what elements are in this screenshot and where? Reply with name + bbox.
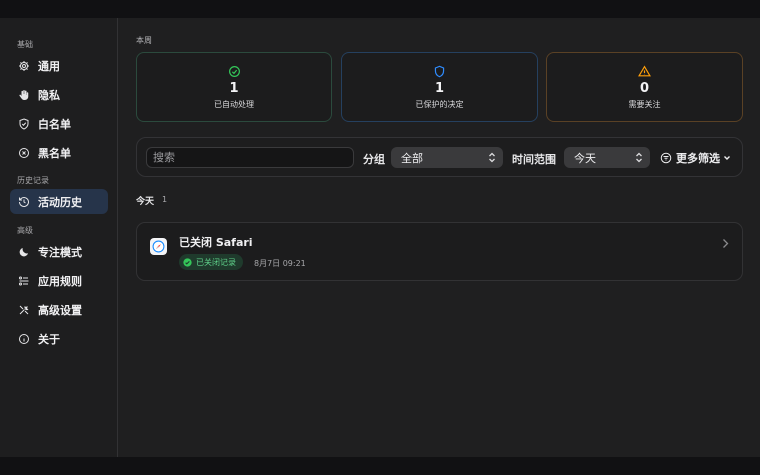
sidebar-item-allowlist[interactable]: 白名单 — [10, 111, 108, 136]
stat-value: 0 — [639, 81, 650, 96]
list-rules-icon — [18, 275, 30, 287]
safari-icon — [150, 238, 167, 255]
time-range-select[interactable]: 今天 — [564, 147, 650, 168]
chevron-down-icon — [724, 156, 730, 160]
gear-icon — [18, 60, 30, 72]
sidebar-section-history: 历史记录 — [17, 176, 49, 185]
main-content: 本周 1 已自动处理 1 已保护的决定 0 需要关注 分组 全部 时间范围 — [119, 18, 760, 457]
stat-card-auto-handled[interactable]: 1 已自动处理 — [136, 52, 332, 122]
stat-label: 已保护的决定 — [415, 100, 464, 109]
warning-icon — [638, 65, 651, 77]
stat-label: 已自动处理 — [214, 100, 254, 109]
sidebar-section-advanced: 高级 — [17, 226, 33, 235]
week-section-label: 本周 — [136, 36, 152, 45]
sidebar-section-basic: 基础 — [17, 40, 33, 49]
day-group-label: 今天 — [136, 197, 155, 207]
sidebar-item-general[interactable]: 通用 — [10, 53, 108, 78]
sidebar-item-activity-history[interactable]: 活动历史 — [10, 189, 108, 214]
time-range-select-value: 今天 — [574, 151, 596, 165]
sidebar-item-label: 隐私 — [38, 88, 60, 102]
hand-icon — [18, 89, 30, 101]
sidebar-item-label: 活动历史 — [38, 195, 82, 209]
sidebar-item-label: 高级设置 — [38, 303, 82, 317]
moon-icon — [18, 246, 30, 258]
stat-label: 需要关注 — [628, 100, 661, 109]
stat-value: 1 — [229, 81, 239, 96]
sidebar-item-label: 黑名单 — [38, 146, 71, 160]
record-title: 已关闭 Safari — [179, 236, 253, 249]
shield-icon — [434, 65, 445, 78]
more-filters-button[interactable]: 更多筛选 — [660, 150, 731, 166]
sidebar-item-label: 白名单 — [38, 117, 71, 131]
stat-card-needs-attention[interactable]: 0 需要关注 — [546, 52, 743, 122]
x-circle-icon — [18, 147, 30, 159]
sidebar-item-blocklist[interactable]: 黑名单 — [10, 140, 108, 165]
group-label: 分组 — [363, 153, 385, 166]
check-circle-icon — [228, 66, 240, 77]
more-filters-label: 更多筛选 — [676, 152, 720, 165]
search-input[interactable] — [146, 147, 354, 168]
list-item[interactable]: 已关闭 Safari 已关闭记录 8月7日 09:21 — [136, 222, 743, 281]
record-timestamp: 8月7日 09:21 — [254, 259, 306, 268]
sidebar: 基础 通用 隐私 白名单 黑名单 历史记录 活动历史 高级 专注模式 应用规则 … — [0, 18, 118, 457]
sidebar-item-label: 关于 — [38, 332, 60, 346]
chevron-updown-icon — [489, 152, 495, 163]
shield-check-icon — [18, 117, 30, 130]
app-window: 基础 通用 隐私 白名单 黑名单 历史记录 活动历史 高级 专注模式 应用规则 … — [0, 18, 760, 457]
check-circle-icon — [183, 257, 192, 267]
chevron-updown-icon — [636, 152, 642, 163]
tools-icon — [18, 304, 30, 316]
group-select-value: 全部 — [401, 151, 423, 165]
sidebar-item-focus-mode[interactable]: 专注模式 — [10, 239, 108, 264]
sidebar-item-label: 通用 — [38, 59, 60, 73]
stat-value: 1 — [434, 81, 445, 96]
filter-bar: 分组 全部 时间范围 今天 更多筛选 — [136, 137, 743, 177]
sidebar-item-advanced-settings[interactable]: 高级设置 — [10, 297, 108, 322]
sidebar-item-label: 应用规则 — [38, 274, 82, 288]
sidebar-item-app-rules[interactable]: 应用规则 — [10, 268, 108, 293]
time-range-label: 时间范围 — [512, 153, 556, 166]
history-icon — [18, 196, 30, 208]
filter-icon — [660, 152, 672, 164]
status-badge-label: 已关闭记录 — [196, 257, 236, 267]
sidebar-item-label: 专注模式 — [38, 245, 82, 259]
chevron-right-icon — [723, 239, 729, 248]
sidebar-item-about[interactable]: 关于 — [10, 326, 108, 351]
stat-card-protected-decisions[interactable]: 1 已保护的决定 — [341, 52, 538, 122]
info-icon — [18, 333, 30, 345]
sidebar-item-privacy[interactable]: 隐私 — [10, 82, 108, 107]
day-group-count: 1 — [162, 195, 168, 204]
status-badge: 已关闭记录 — [179, 254, 243, 270]
group-select[interactable]: 全部 — [391, 147, 503, 168]
top-system-bar — [0, 0, 760, 18]
bottom-system-bar — [0, 457, 760, 475]
